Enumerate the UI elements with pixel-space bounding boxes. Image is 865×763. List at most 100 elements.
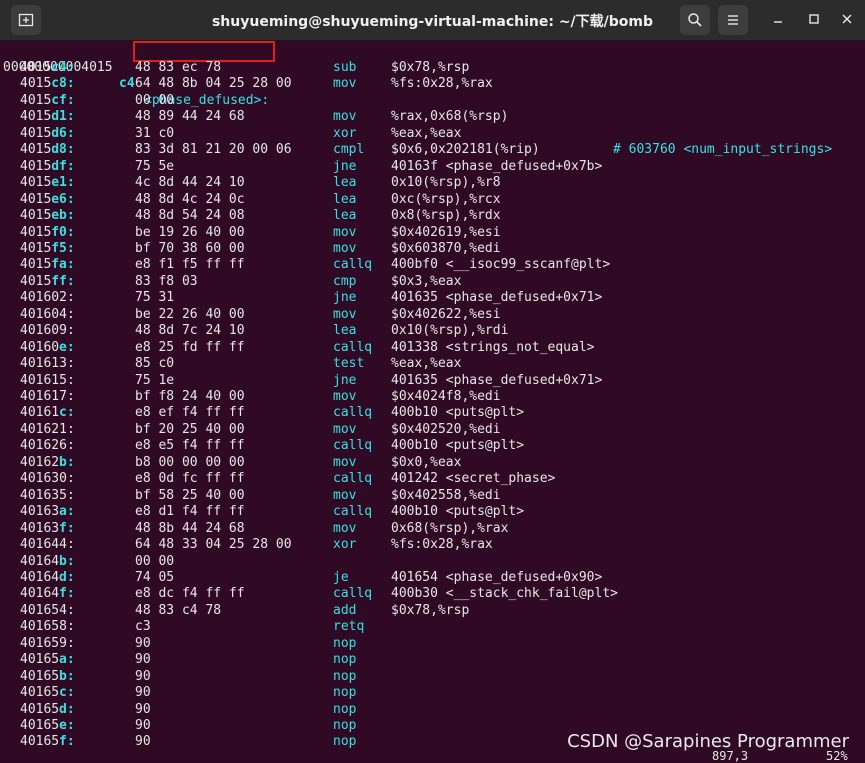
asm-addr-b: b: xyxy=(59,454,75,470)
asm-ops: %eax,%eax xyxy=(391,125,462,141)
asm-mnem: callq xyxy=(333,405,373,421)
asm-bytes: 48 83 ec 78 xyxy=(135,60,222,75)
asm-ops: 0x68(%rsp),%rax xyxy=(391,520,509,536)
asm-mnem: xor xyxy=(333,537,357,553)
asm-mnem: jne xyxy=(333,372,357,388)
search-icon xyxy=(688,13,702,27)
asm-addr-a: 4015 xyxy=(20,92,52,108)
asm-mnem: callq xyxy=(333,471,373,487)
header-address-suffix: c4 xyxy=(119,76,135,91)
asm-mnem: mov xyxy=(333,389,357,404)
asm-addr-b: d8: xyxy=(51,142,75,158)
asm-addr-a: 401626: xyxy=(20,438,75,454)
asm-bytes: bf f8 24 40 00 xyxy=(135,389,245,404)
asm-addr-b: ff: xyxy=(51,273,75,289)
asm-ops: %rax,0x68(%rsp) xyxy=(391,109,509,125)
asm-addr-a: 40160 xyxy=(20,339,60,355)
asm-bytes: 90 xyxy=(135,701,151,717)
minimize-button[interactable] xyxy=(767,8,789,30)
asm-bytes: 48 8d 7c 24 10 xyxy=(135,323,245,339)
asm-mnem: retq xyxy=(333,619,365,635)
asm-addr-b: a: xyxy=(59,652,75,668)
asm-addr-a: 4015 xyxy=(20,273,52,289)
asm-addr-b: fa: xyxy=(51,257,75,273)
asm-addr-a: 4015 xyxy=(20,109,52,125)
asm-ops: $0x3,%eax xyxy=(391,273,462,289)
asm-addr-b: d1: xyxy=(51,109,75,125)
asm-addr-a: 401609: xyxy=(20,323,75,339)
asm-ops: $0x4024f8,%edi xyxy=(391,389,501,404)
asm-mnem: nop xyxy=(333,652,357,668)
asm-mnem: callq xyxy=(333,586,373,602)
asm-mnem: lea xyxy=(333,323,357,339)
asm-bytes: e8 25 fd ff ff xyxy=(135,339,245,355)
asm-addr-b: d: xyxy=(59,569,75,585)
menu-button[interactable] xyxy=(718,5,748,35)
maximize-button[interactable] xyxy=(803,8,825,30)
asm-mnem: sub xyxy=(333,60,357,75)
asm-addr-b: d6: xyxy=(51,125,75,141)
asm-ops: 401654 <phase_defused+0x90> xyxy=(391,569,603,585)
asm-addr-b: f: xyxy=(59,586,75,602)
status-position: 897,3 xyxy=(712,749,749,763)
asm-bytes: 75 31 xyxy=(135,290,175,306)
maximize-icon xyxy=(809,14,819,24)
asm-addr-b: e6: xyxy=(51,191,75,207)
asm-addr-b: c8: xyxy=(51,76,75,92)
asm-mnem: mov xyxy=(333,454,357,470)
asm-addr-a: 401654: xyxy=(20,602,75,618)
asm-ops: $0x402619,%esi xyxy=(391,224,501,240)
asm-bytes: 75 5e xyxy=(135,158,175,174)
asm-addr-a: 40165 xyxy=(20,718,60,733)
asm-mnem: lea xyxy=(333,191,357,207)
asm-ops: 400bf0 <__isoc99_sscanf@plt> xyxy=(391,257,611,273)
asm-ops: 401242 <secret_phase> xyxy=(391,471,556,487)
asm-ops: $0x78,%rsp xyxy=(391,60,470,75)
asm-addr-a: 4015 xyxy=(20,142,52,158)
asm-addr-a: 4015 xyxy=(20,224,52,240)
asm-mnem: test xyxy=(333,356,365,372)
asm-addr-a: 401659: xyxy=(20,635,75,651)
asm-bytes: 00 00 xyxy=(135,92,175,108)
asm-addr-b: e1: xyxy=(51,175,75,191)
asm-bytes: e8 f1 f5 ff ff xyxy=(135,257,245,273)
asm-addr-a: 40164 xyxy=(20,553,60,569)
asm-ops: 0xc(%rsp),%rcx xyxy=(391,191,501,207)
asm-bytes: b8 00 00 00 00 xyxy=(135,454,245,470)
asm-addr-a: 40165 xyxy=(20,685,60,701)
asm-addr-b: b: xyxy=(59,553,75,569)
minimize-icon xyxy=(774,21,782,23)
asm-addr-b: c: xyxy=(59,405,75,421)
asm-ops: 0x10(%rsp),%r8 xyxy=(391,175,501,191)
close-button[interactable] xyxy=(836,8,858,30)
asm-bytes: be 19 26 40 00 xyxy=(135,224,245,240)
asm-addr-a: 401615: xyxy=(20,372,75,388)
asm-ops: 401635 <phase_defused+0x71> xyxy=(391,372,603,388)
asm-addr-a: 4015 xyxy=(20,240,52,256)
asm-mnem: lea xyxy=(333,208,357,224)
asm-addr-a: 40163 xyxy=(20,520,60,536)
asm-bytes: 83 f8 03 xyxy=(135,273,198,289)
asm-addr-b: e: xyxy=(59,718,75,733)
asm-ops: 400b10 <puts@plt> xyxy=(391,405,525,421)
asm-bytes: 90 xyxy=(135,652,151,668)
terminal-output[interactable]: 00000000004015 c4 <phase_defused>: 4015 c… xyxy=(0,41,865,762)
asm-bytes: bf 70 38 60 00 xyxy=(135,240,245,256)
asm-mnem: mov xyxy=(333,224,357,240)
asm-bytes: 90 xyxy=(135,685,151,701)
function-header: 00000000004015 c4 <phase_defused>: xyxy=(0,43,269,108)
asm-mnem: nop xyxy=(333,685,357,701)
asm-addr-a: 4015 xyxy=(20,76,52,92)
asm-mnem: mov xyxy=(333,240,357,256)
asm-bytes: c3 xyxy=(135,619,151,635)
search-button[interactable] xyxy=(680,5,710,35)
asm-bytes: 64 48 33 04 25 28 00 xyxy=(135,537,292,553)
asm-bytes: e8 ef f4 ff ff xyxy=(135,405,245,421)
asm-bytes: 48 8d 54 24 08 xyxy=(135,208,245,224)
asm-addr-a: 40164 xyxy=(20,586,60,602)
asm-ops: %fs:0x28,%rax xyxy=(391,76,493,92)
asm-addr-a: 401617: xyxy=(20,389,75,404)
asm-ops: %eax,%eax xyxy=(391,356,462,372)
asm-mnem: lea xyxy=(333,175,357,191)
asm-bytes: be 22 26 40 00 xyxy=(135,306,245,322)
